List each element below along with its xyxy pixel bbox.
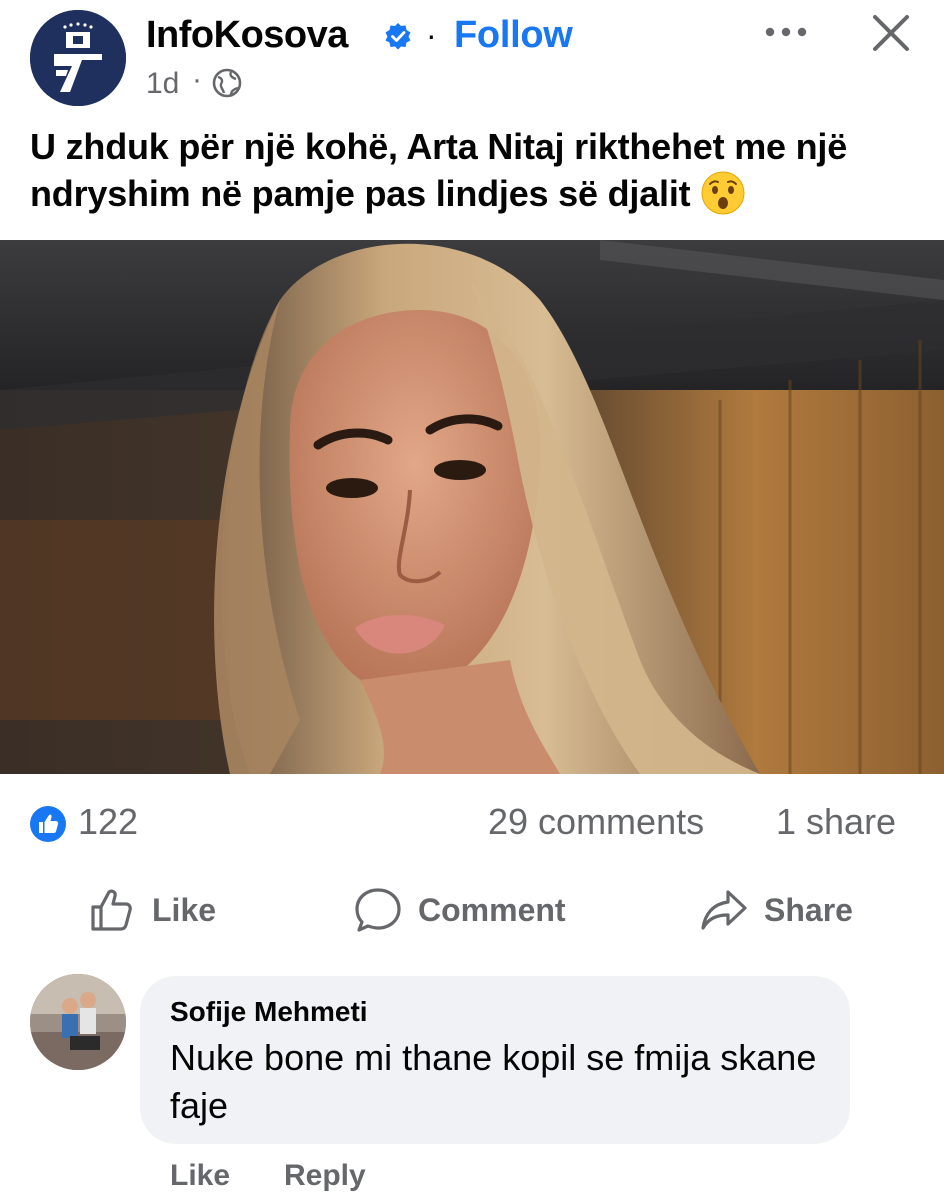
comment-button[interactable]: Comment (354, 880, 566, 940)
globe-icon (212, 68, 242, 98)
comment-button-label: Comment (418, 891, 566, 928)
time-separator: · (192, 63, 202, 96)
follow-button[interactable]: Follow (454, 10, 573, 60)
comment-author[interactable]: Sofije Mehmeti (170, 994, 368, 1030)
comment-reply-button[interactable]: Reply (284, 1156, 366, 1196)
shares-count[interactable]: 1 share (776, 800, 896, 844)
page-name[interactable]: InfoKosova (146, 10, 348, 60)
post-timestamp[interactable]: 1d (146, 66, 179, 102)
share-button[interactable]: Share (700, 880, 853, 940)
commenter-photo (30, 974, 126, 1070)
more-options-icon[interactable] (764, 14, 808, 50)
page-avatar[interactable] (30, 10, 126, 106)
commenter-avatar[interactable] (30, 974, 126, 1070)
thumbs-up-icon (91, 889, 132, 931)
share-arrow-icon (701, 890, 747, 930)
like-button[interactable]: Like (88, 880, 216, 940)
share-button-label: Share (764, 891, 853, 928)
like-reaction-icon[interactable] (30, 806, 66, 842)
verified-badge-icon (385, 23, 411, 50)
astonished-face-emoji (701, 171, 745, 215)
comment-bubble-icon (355, 888, 401, 932)
follow-separator: · (426, 17, 437, 53)
comment-text: Nuke bone mi thane kopil se fmija skane … (170, 1037, 817, 1126)
comment-like-button[interactable]: Like (170, 1156, 230, 1196)
portrait-photo (0, 240, 944, 774)
post-photo[interactable] (0, 240, 944, 774)
comments-count[interactable]: 29 comments (488, 800, 704, 844)
close-icon[interactable] (870, 12, 912, 54)
post-caption: U zhduk për një kohë, Arta Nitaj riktheh… (30, 124, 920, 217)
like-count[interactable]: 122 (78, 800, 138, 844)
like-button-label: Like (152, 891, 217, 928)
infokosova-logo-icon (30, 10, 126, 106)
